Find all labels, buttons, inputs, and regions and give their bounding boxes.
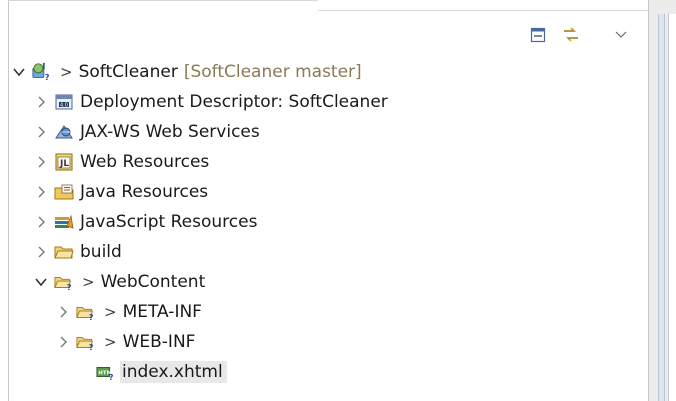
chevron-down-icon[interactable] — [12, 65, 26, 79]
tree-item-meta-inf[interactable]: ? > META-INF — [56, 297, 202, 327]
deployment-descriptor-icon: 4.0 — [54, 92, 74, 112]
svg-text:?: ? — [45, 72, 50, 82]
tree-item-label: Deployment Descriptor: SoftCleaner — [80, 92, 388, 112]
svg-text:?: ? — [109, 372, 114, 382]
tree-item-project[interactable]: ? > SoftCleaner [SoftCleaner master] — [12, 57, 362, 87]
tree-item-label: JavaScript Resources — [80, 212, 258, 232]
editor-area-edge — [668, 14, 676, 401]
javascript-resources-icon — [54, 212, 74, 232]
view-right-border — [648, 0, 649, 401]
tree-item-javascript-resources[interactable]: JavaScript Resources — [34, 207, 257, 237]
chevron-right-icon[interactable] — [34, 185, 48, 199]
view-left-border — [8, 0, 9, 401]
view-top-border — [8, 0, 318, 1]
chevron-right-icon[interactable] — [34, 155, 48, 169]
repo-branch-label: [SoftCleaner master] — [183, 62, 362, 82]
chevron-right-icon[interactable] — [34, 95, 48, 109]
web-project-icon: ? — [32, 62, 52, 82]
svg-text:?: ? — [89, 342, 94, 352]
svg-text:?: ? — [89, 312, 94, 322]
tree-item-label: Web Resources — [80, 152, 210, 172]
sash-handle[interactable] — [658, 14, 665, 401]
git-prefix: > — [104, 333, 117, 351]
tree-item-web-resources[interactable]: JL Web Resources — [34, 147, 209, 177]
web-services-icon — [54, 122, 74, 142]
chevron-right-icon[interactable] — [34, 125, 48, 139]
chevron-down-icon[interactable] — [34, 275, 48, 289]
git-prefix: > — [60, 63, 73, 81]
git-prefix: > — [104, 303, 117, 321]
tree-item-label: Java Resources — [80, 182, 209, 202]
svg-text:JL: JL — [59, 159, 69, 169]
project-explorer-view: ? > SoftCleaner [SoftCleaner master] 4.0… — [0, 0, 676, 401]
collapse-all-button[interactable] — [527, 24, 549, 46]
java-resources-icon — [54, 182, 74, 202]
link-with-editor-icon — [564, 27, 578, 42]
untracked-folder-icon: ? — [54, 272, 74, 292]
tree-item-webcontent[interactable]: ? > WebContent — [34, 267, 205, 297]
tree-item-label: META-INF — [122, 302, 202, 322]
view-menu-chevron-icon — [615, 31, 627, 38]
chevron-right-icon[interactable] — [56, 335, 70, 349]
web-resources-icon: JL — [54, 152, 74, 172]
untracked-folder-icon: ? — [76, 302, 96, 322]
svg-text:4.0: 4.0 — [60, 103, 68, 109]
tree-item-web-inf[interactable]: ? > WEB-INF — [56, 327, 195, 357]
tree-item-label: WebContent — [100, 272, 206, 292]
collapse-all-icon — [530, 27, 546, 43]
tree-item-jaxws[interactable]: JAX-WS Web Services — [34, 117, 260, 147]
project-name: SoftCleaner — [78, 62, 178, 82]
tree-item-build[interactable]: build — [34, 237, 122, 267]
tree-item-index-xhtml[interactable]: HTM ? index.xhtml — [76, 357, 227, 387]
untracked-folder-icon: ? — [76, 332, 96, 352]
folder-icon — [54, 242, 74, 262]
chevron-right-icon[interactable] — [34, 215, 48, 229]
tree-item-label: build — [80, 242, 122, 262]
git-prefix: > — [82, 273, 95, 291]
view-menu-button[interactable] — [610, 24, 632, 46]
svg-text:?: ? — [67, 282, 72, 292]
tree-item-deployment-descriptor[interactable]: 4.0 Deployment Descriptor: SoftCleaner — [34, 87, 388, 117]
view-toolbar-border — [318, 10, 648, 11]
chevron-right-icon[interactable] — [56, 305, 70, 319]
tree-item-label: index.xhtml — [120, 361, 227, 383]
xhtml-file-icon: HTM ? — [96, 362, 116, 382]
tree-item-label: JAX-WS Web Services — [80, 122, 260, 142]
link-with-editor-button[interactable] — [560, 24, 582, 46]
tree-item-java-resources[interactable]: Java Resources — [34, 177, 208, 207]
chevron-right-icon[interactable] — [34, 245, 48, 259]
tree-item-label: WEB-INF — [122, 332, 196, 352]
